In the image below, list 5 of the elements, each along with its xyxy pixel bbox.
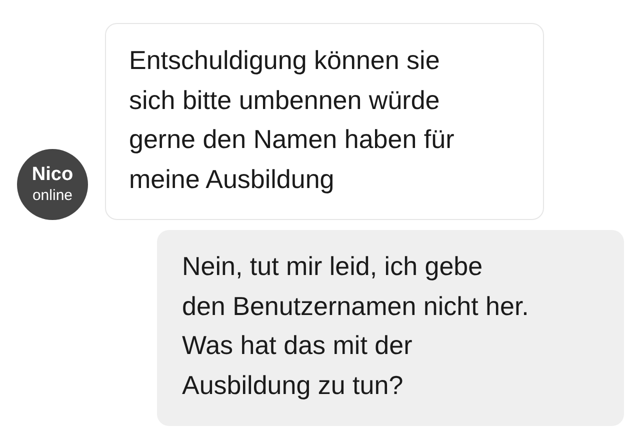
message-text: Nein, tut mir leid, ich gebe den Benutzernamen nicht her. Was hat das mit der Ausbildung zu tun?: [182, 250, 530, 402]
message-text: Entschuldigung können sie sich bitte umbennen würde gerne den Namen haben für meine Ausbildung: [129, 44, 456, 196]
status-text: online: [32, 186, 73, 205]
avatar[interactable]: Nico online: [17, 149, 88, 220]
sender-name: Nico: [32, 164, 74, 186]
